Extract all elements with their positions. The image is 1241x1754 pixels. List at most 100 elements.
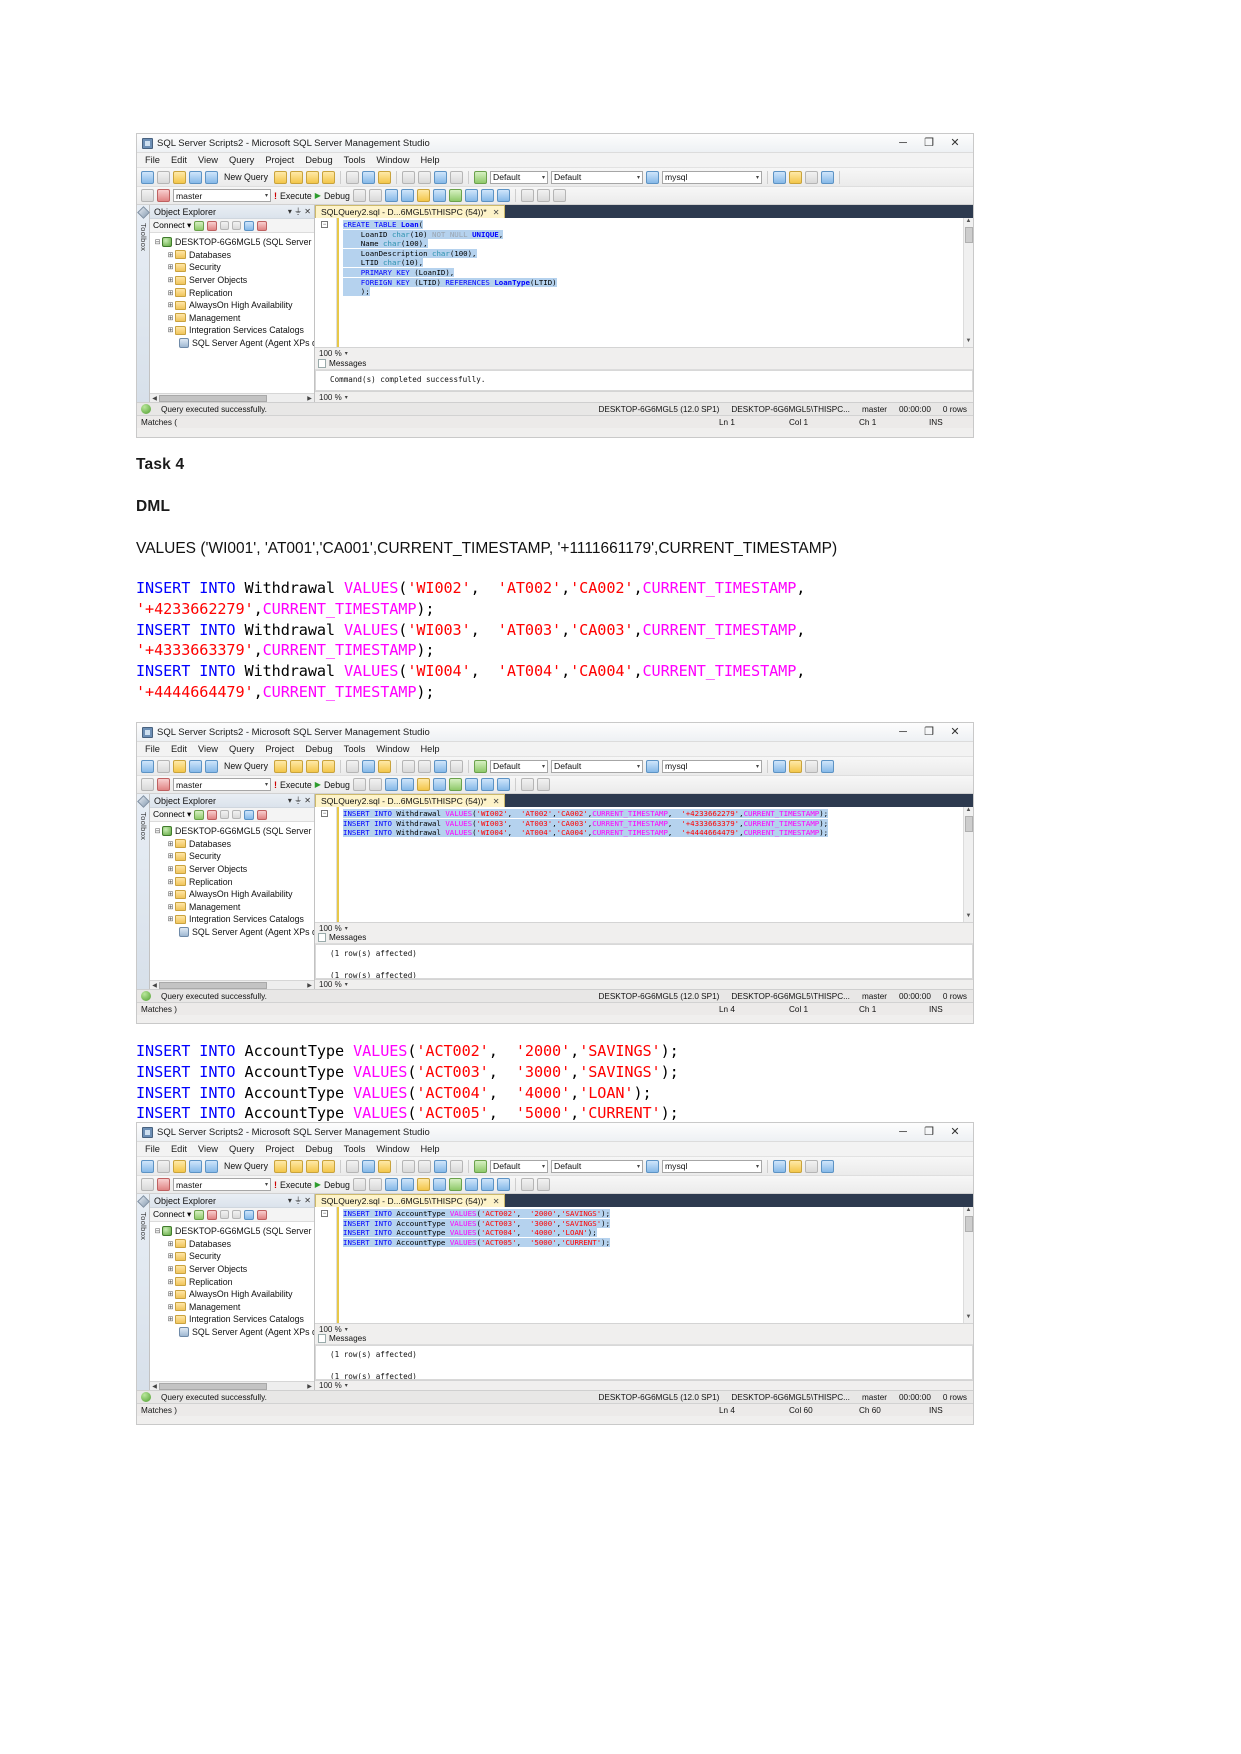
new-query-label[interactable]: New Query: [221, 1161, 271, 1171]
db-engine-query-icon[interactable]: [274, 170, 287, 184]
menu-help[interactable]: Help: [420, 1144, 439, 1154]
expand-icon[interactable]: ⊞: [166, 301, 175, 309]
menu-query[interactable]: Query: [229, 1144, 254, 1154]
editor-vscrollbar[interactable]: ▲ ▼: [963, 1207, 973, 1323]
document-tab[interactable]: SQLQuery2.sql - D...6MGL5\THISPC (54))* …: [315, 794, 506, 807]
expand-icon[interactable]: ⊞: [166, 915, 175, 923]
mdx-query-icon[interactable]: [306, 759, 319, 773]
expand-icon[interactable]: ⊞: [166, 1278, 175, 1286]
minimize-button[interactable]: ─: [897, 726, 909, 738]
error-list-icon[interactable]: [821, 759, 834, 773]
close-icon[interactable]: ✕: [493, 797, 500, 806]
server-icon[interactable]: [646, 170, 659, 184]
menu-window[interactable]: Window: [376, 1144, 409, 1154]
close-icon[interactable]: ✕: [493, 208, 500, 217]
toolbox-icon[interactable]: [805, 759, 818, 773]
menu-window[interactable]: Window: [376, 155, 409, 165]
menu-view[interactable]: View: [198, 155, 218, 165]
results-to-text-icon[interactable]: [448, 1178, 462, 1191]
parse-icon[interactable]: [368, 778, 382, 791]
undo-icon[interactable]: [402, 170, 415, 184]
tree-node-security[interactable]: ⊞ Security: [153, 850, 314, 863]
zoom-level[interactable]: 100 %: [319, 349, 342, 358]
uncomment-icon[interactable]: [552, 189, 566, 202]
menu-edit[interactable]: Edit: [171, 1144, 187, 1154]
zoom-level[interactable]: 100 %: [319, 924, 342, 933]
code-editor[interactable]: − INSERT INTO Withdrawal VALUES('WI002',…: [315, 807, 973, 922]
scroll-left-icon[interactable]: ◀: [150, 1383, 159, 1390]
tree-node-databases[interactable]: ⊞ Databases: [153, 249, 314, 262]
results-to-text-icon[interactable]: [448, 189, 462, 202]
mdx-query-icon[interactable]: [306, 1159, 319, 1173]
tree-node-replication[interactable]: ⊞ Replication: [153, 286, 314, 299]
zoom-level[interactable]: 100 %: [319, 1381, 342, 1390]
results-to-grid-icon[interactable]: [464, 1178, 478, 1191]
menu-view[interactable]: View: [198, 1144, 218, 1154]
navigate-icon[interactable]: [434, 170, 447, 184]
menu-edit[interactable]: Edit: [171, 155, 187, 165]
minimize-button[interactable]: ─: [897, 1126, 909, 1138]
object-explorer-icon[interactable]: [773, 170, 786, 184]
tree-node-management[interactable]: ⊞ Management: [153, 1301, 314, 1314]
properties-icon[interactable]: [789, 170, 802, 184]
new-query-label[interactable]: New Query: [221, 172, 271, 182]
outdent-icon[interactable]: [536, 778, 550, 791]
maximize-button[interactable]: ❐: [923, 726, 935, 738]
paste-icon[interactable]: [378, 759, 391, 773]
fold-toggle-icon[interactable]: −: [321, 1210, 328, 1217]
toolbox-icon[interactable]: [805, 1159, 818, 1173]
disconnect-object-explorer-icon[interactable]: [207, 809, 218, 820]
pin-icon[interactable]: ▾ ⏚ ✕: [288, 1195, 314, 1206]
scroll-up-icon[interactable]: ▲: [966, 1207, 972, 1216]
tree-node-databases[interactable]: ⊞ Databases: [153, 838, 314, 851]
tree-node-management[interactable]: ⊞ Management: [153, 312, 314, 325]
code-editor[interactable]: − INSERT INTO AccountType VALUES('ACT002…: [315, 1207, 973, 1323]
debug-icon[interactable]: ▶: [315, 780, 321, 789]
connect-icon[interactable]: [141, 1178, 154, 1191]
save-icon[interactable]: [173, 170, 186, 184]
run-icon[interactable]: [474, 759, 487, 773]
menu-tools[interactable]: Tools: [344, 744, 366, 754]
default-combo-2[interactable]: Default ▾: [551, 1159, 643, 1173]
scroll-right-icon[interactable]: ▶: [305, 395, 314, 402]
undo-icon[interactable]: [402, 759, 415, 773]
tree-node-server[interactable]: ⊟ DESKTOP-6G6MGL5 (SQL Server 12.0.41: [153, 1225, 314, 1238]
new-query-label[interactable]: New Query: [221, 761, 271, 771]
menu-project[interactable]: Project: [265, 1144, 294, 1154]
query-options-icon[interactable]: [400, 1178, 414, 1191]
collapse-icon[interactable]: ⊟: [153, 827, 162, 835]
expand-icon[interactable]: ⊞: [166, 314, 175, 322]
new-file-icon[interactable]: [141, 759, 154, 773]
minimize-button[interactable]: ─: [897, 137, 909, 149]
copy-icon[interactable]: [362, 759, 375, 773]
fold-toggle-icon[interactable]: −: [321, 810, 328, 817]
toolbox-icon[interactable]: [805, 170, 818, 184]
sql-code-text[interactable]: cREATE TABLE Loan( LoanID char(10) NOT N…: [339, 218, 963, 347]
new-query-icon[interactable]: [205, 759, 218, 773]
comment-icon[interactable]: [496, 189, 510, 202]
object-explorer-hscrollbar[interactable]: ◀ ▶: [150, 393, 314, 402]
tree-node-sql-server-agent[interactable]: SQL Server Agent (Agent XPs disabl: [153, 926, 314, 939]
refresh-icon[interactable]: [244, 809, 255, 820]
menu-debug[interactable]: Debug: [305, 1144, 332, 1154]
object-explorer-icon[interactable]: [773, 759, 786, 773]
scroll-thumb[interactable]: [159, 981, 267, 989]
query-options-icon[interactable]: [400, 189, 414, 202]
expand-icon[interactable]: ⊞: [166, 289, 175, 297]
refresh-icon[interactable]: [244, 1209, 255, 1220]
tree-node-integration-services[interactable]: ⊞ Integration Services Catalogs: [153, 1313, 314, 1326]
menu-debug[interactable]: Debug: [305, 155, 332, 165]
execute-button[interactable]: Execute: [280, 780, 312, 790]
debug-icon[interactable]: ▶: [315, 1180, 321, 1189]
copy-icon[interactable]: [362, 170, 375, 184]
expand-icon[interactable]: ⊞: [166, 852, 175, 860]
results-to-file-icon[interactable]: [480, 1178, 494, 1191]
tree-node-alwayson[interactable]: ⊞ AlwaysOn High Availability: [153, 299, 314, 312]
code-editor[interactable]: − cREATE TABLE Loan( LoanID char(10) NOT…: [315, 218, 973, 347]
stop-refresh-icon[interactable]: [257, 220, 268, 231]
stop-icon[interactable]: [352, 778, 366, 791]
tree-node-integration-services[interactable]: ⊞ Integration Services Catalogs: [153, 913, 314, 926]
menu-query[interactable]: Query: [229, 744, 254, 754]
cut-icon[interactable]: [346, 170, 359, 184]
results-to-file-icon[interactable]: [480, 189, 494, 202]
